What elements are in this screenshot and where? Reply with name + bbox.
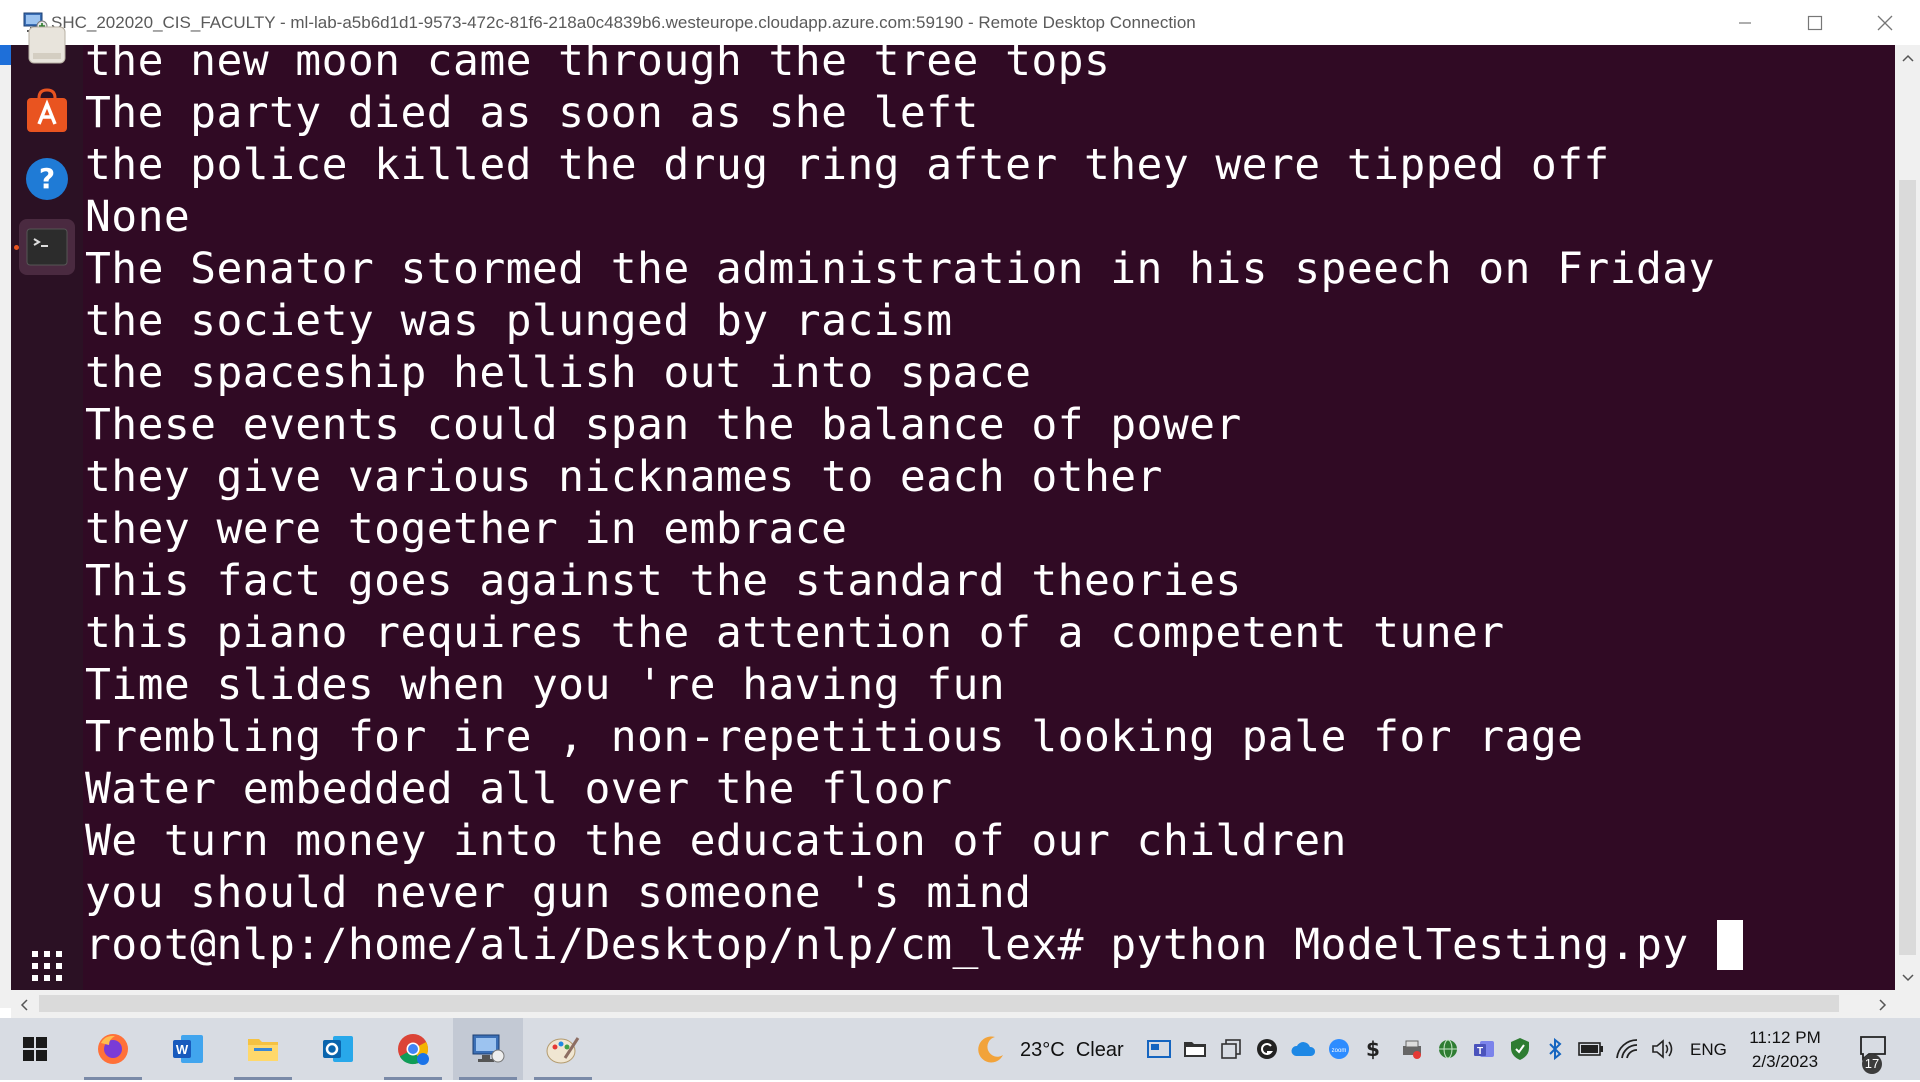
- terminal-line: The party died as soon as she left: [85, 88, 979, 138]
- vertical-scrollbar[interactable]: [1895, 45, 1920, 990]
- folder-icon[interactable]: [1182, 1036, 1208, 1062]
- svg-text:?: ?: [39, 162, 55, 195]
- horizontal-scrollbar[interactable]: [11, 990, 1895, 1018]
- terminal-line: you should never gun someone 's mind: [85, 868, 1032, 918]
- printer-icon[interactable]: [1399, 1036, 1425, 1062]
- terminal-line: the society was plunged by racism: [85, 296, 953, 346]
- chrome-icon: [398, 1034, 429, 1065]
- maximize-icon: [1807, 15, 1823, 30]
- weather-condition: Clear: [1075, 1039, 1124, 1061]
- remote-desktop-icon: [472, 1034, 505, 1063]
- volume-icon[interactable]: [1650, 1036, 1676, 1062]
- show-applications-icon[interactable]: [19, 938, 75, 994]
- terminal-output[interactable]: the new moon came through the tree tops …: [83, 45, 1895, 990]
- horizontal-scroll-thumb[interactable]: [39, 995, 1839, 1012]
- outlook-icon: [323, 1036, 353, 1062]
- scroll-right-icon[interactable]: [1870, 992, 1895, 1017]
- start-icon: [23, 1037, 47, 1061]
- taskbar-file-explorer[interactable]: [228, 1018, 298, 1080]
- svg-text:zoom: zoom: [1332, 1048, 1347, 1054]
- terminal-line: they give various nicknames to each othe…: [85, 452, 1163, 502]
- zoom-icon[interactable]: zoom: [1326, 1036, 1352, 1062]
- terminal-line: The Senator stormed the administration i…: [85, 244, 1715, 294]
- minimize-icon: [1739, 21, 1751, 24]
- terminal-prompt-line[interactable]: root@nlp:/home/ali/Desktop/nlp/cm_lex# p…: [85, 919, 1743, 971]
- weather-widget[interactable]: 23°C Clear: [1020, 1018, 1124, 1080]
- scroll-down-icon[interactable]: [1895, 965, 1920, 990]
- vertical-scroll-thumb[interactable]: [1899, 180, 1916, 955]
- terminal-line: Trembling for ire , non-repetitious look…: [85, 712, 1584, 762]
- battery-icon[interactable]: [1578, 1036, 1604, 1062]
- svg-text:T: T: [1477, 1046, 1483, 1057]
- vpn-globe-icon[interactable]: [1435, 1036, 1461, 1062]
- weather-moon-icon[interactable]: [974, 1032, 1008, 1066]
- wifi-icon[interactable]: [1614, 1036, 1640, 1062]
- dollar-sign-icon[interactable]: $: [1360, 1036, 1386, 1062]
- maximize-button[interactable]: [1780, 0, 1850, 45]
- svg-text:$: $: [1366, 1037, 1380, 1061]
- terminal-line: the spaceship hellish out into space: [85, 348, 1032, 398]
- windows-copy-icon[interactable]: [1218, 1036, 1244, 1062]
- terminal-line: the police killed the drug ring after th…: [85, 140, 1610, 190]
- weather-temperature: 23°C: [1020, 1039, 1065, 1061]
- teams-icon[interactable]: T: [1471, 1036, 1497, 1062]
- news-icon[interactable]: [1146, 1036, 1172, 1062]
- taskbar-word[interactable]: W: [153, 1018, 223, 1080]
- terminal-line: None: [85, 192, 191, 242]
- host-window-edge-accent: [0, 45, 11, 65]
- bluetooth-icon[interactable]: [1542, 1036, 1568, 1062]
- terminal-line: We turn money into the education of our …: [85, 816, 1347, 866]
- host-window-edge: [0, 45, 11, 1008]
- ubuntu-software-icon[interactable]: [19, 83, 75, 139]
- terminal-line: Time slides when you 're having fun: [85, 660, 1006, 710]
- terminal-line: the new moon came through the tree tops: [85, 45, 1111, 86]
- remote-desktop-title-bar[interactable]: SHC_202020_CIS_FACULTY - ml-lab-a5b6d1d1…: [0, 0, 1920, 46]
- security-shield-icon[interactable]: [1507, 1036, 1533, 1062]
- shell-command: python ModelTesting.py: [1083, 920, 1715, 970]
- grammarly-icon[interactable]: [1254, 1036, 1280, 1062]
- taskbar-chrome[interactable]: [378, 1018, 448, 1080]
- system-clock[interactable]: 11:12 PM 2/3/2023: [1740, 1026, 1830, 1074]
- clock-time: 11:12 PM: [1749, 1028, 1821, 1047]
- terminal-line: These events could span the balance of p…: [85, 400, 1242, 450]
- windows-taskbar: W 23°C Clear zoom $ T ENG 11:12 PM 2/3/2…: [0, 1018, 1920, 1080]
- shell-prompt: root@nlp:/home/ali/Desktop/nlp/cm_lex#: [85, 920, 1084, 970]
- terminal-line: they were together in embrace: [85, 504, 848, 554]
- clock-date: 2/3/2023: [1751, 1052, 1819, 1071]
- file-explorer-icon: [248, 1039, 278, 1061]
- help-icon[interactable]: ?: [19, 151, 75, 207]
- scroll-left-icon[interactable]: [11, 992, 36, 1017]
- taskbar-firefox[interactable]: [78, 1018, 148, 1080]
- taskbar-outlook[interactable]: [303, 1018, 373, 1080]
- minimize-button[interactable]: [1710, 0, 1780, 45]
- scroll-up-icon[interactable]: [1895, 45, 1920, 70]
- close-button[interactable]: [1850, 0, 1920, 45]
- onedrive-icon[interactable]: [1290, 1036, 1316, 1062]
- terminal-line: This fact goes against the standard theo…: [85, 556, 1242, 606]
- scrollbar-corner: [1895, 990, 1920, 1018]
- input-language[interactable]: ENG: [1690, 1018, 1727, 1080]
- firefox-icon: [98, 1034, 128, 1064]
- files-icon[interactable]: [19, 17, 75, 73]
- svg-text:W: W: [176, 1042, 189, 1057]
- taskbar-remote-desktop[interactable]: [453, 1018, 523, 1080]
- paint-icon: [546, 1037, 580, 1064]
- close-icon: [1877, 15, 1893, 30]
- text-cursor: [1716, 919, 1743, 970]
- word-icon: W: [173, 1035, 203, 1063]
- terminal-line: Water embedded all over the floor: [85, 764, 953, 814]
- ubuntu-dock: ?: [11, 26, 83, 1008]
- window-title: SHC_202020_CIS_FACULTY - ml-lab-a5b6d1d1…: [51, 13, 1196, 32]
- notification-count-badge: 17: [1862, 1054, 1882, 1074]
- terminal-icon[interactable]: [19, 219, 75, 275]
- terminal-line: this piano requires the attention of a c…: [85, 608, 1505, 658]
- taskbar-paint[interactable]: [528, 1018, 598, 1080]
- start-button[interactable]: [0, 1018, 70, 1080]
